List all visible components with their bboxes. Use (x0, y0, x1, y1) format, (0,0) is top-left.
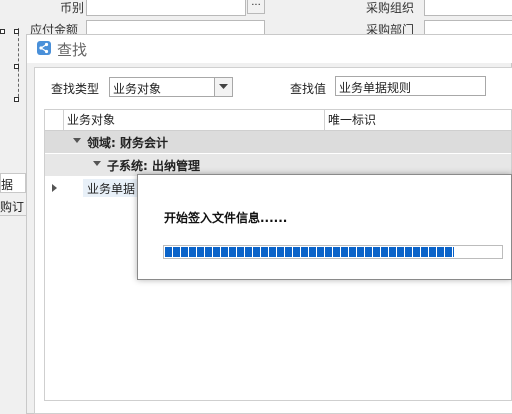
resize-handle[interactable] (14, 64, 19, 69)
resize-handle[interactable] (0, 29, 5, 34)
search-value-label: 查找值 (290, 82, 327, 96)
grid-header: 业务对象 唯一标识 (45, 110, 511, 131)
left-row-label: 购订 (0, 200, 25, 214)
group-row-domain[interactable]: 领域: 财务会计 (45, 131, 511, 153)
row-cell-object[interactable]: 业务单据 (83, 179, 143, 197)
purchase-org-field[interactable] (424, 0, 512, 16)
row-header-spacer (45, 110, 64, 130)
progress-bar (163, 245, 503, 259)
currency-field[interactable] (86, 0, 246, 16)
currency-lookup-button[interactable]: ··· (247, 0, 265, 14)
progress-fill (165, 247, 454, 257)
column-header-object[interactable]: 业务对象 (64, 110, 325, 130)
left-tab-label: 据 (1, 178, 14, 192)
resize-handle[interactable] (14, 97, 19, 102)
search-type-label: 查找类型 (51, 82, 100, 96)
progress-message: 开始签入文件信息...... (164, 211, 288, 225)
chevron-down-icon (219, 84, 228, 89)
row-indicator-icon (52, 184, 57, 192)
search-value-input[interactable]: 业务单据规则 (335, 76, 486, 96)
currency-label: 币别 (60, 1, 85, 15)
collapse-triangle-icon[interactable] (73, 138, 81, 143)
dropdown-arrow[interactable] (214, 78, 232, 96)
left-tab[interactable]: 据 (0, 173, 26, 193)
search-value-text: 业务单据规则 (339, 81, 412, 95)
resize-handle[interactable] (14, 29, 19, 34)
search-type-select[interactable]: 业务对象 (109, 77, 233, 97)
left-row[interactable]: 购订 (0, 197, 26, 216)
share-icon (37, 41, 51, 55)
search-type-value: 业务对象 (113, 82, 162, 96)
collapse-triangle-icon[interactable] (93, 161, 101, 166)
dialog-title: 查找 (57, 41, 88, 59)
purchase-org-label: 采购组织 (366, 1, 415, 15)
group-subsystem-label: 子系统: 出纳管理 (107, 159, 200, 173)
progress-popup: 开始签入文件信息...... (137, 174, 512, 280)
dialog-titlebar[interactable]: 查找 (27, 35, 512, 63)
group-row-subsystem[interactable]: 子系统: 出纳管理 (45, 154, 511, 176)
row-text: 业务单据 (87, 182, 136, 196)
group-domain-label: 领域: 财务会计 (87, 136, 168, 150)
column-header-id[interactable]: 唯一标识 (325, 110, 511, 130)
